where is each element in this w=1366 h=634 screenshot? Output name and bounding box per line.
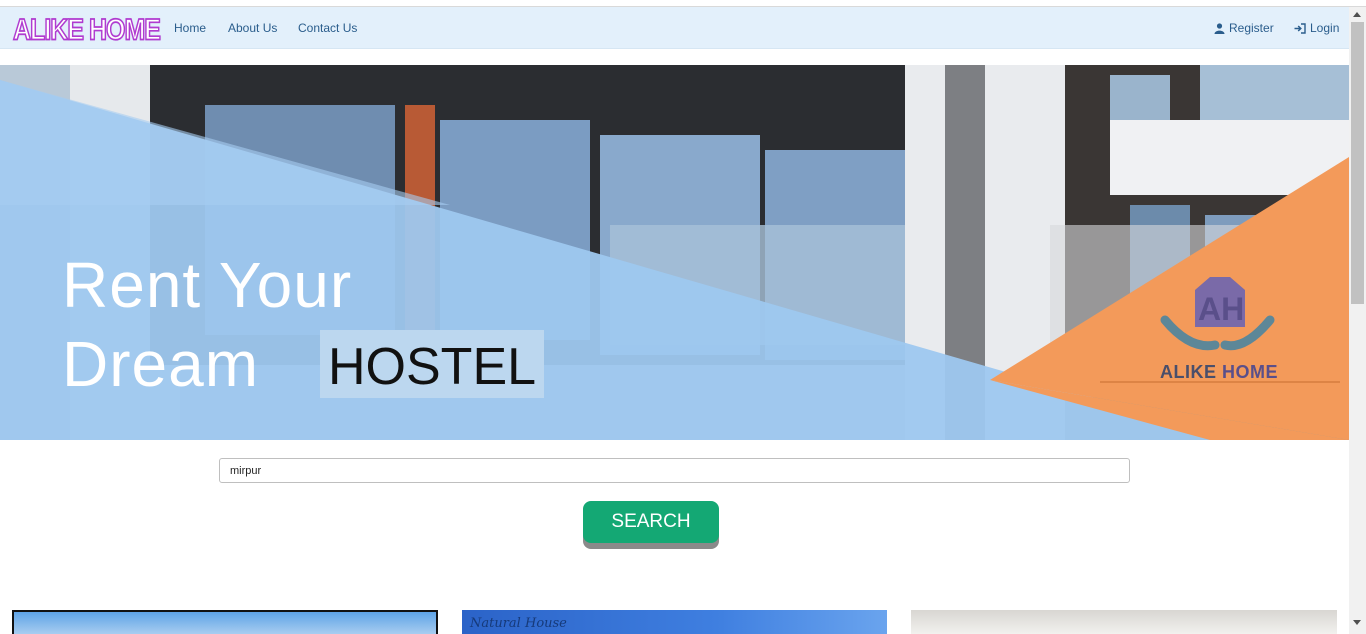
card-caption: Natural House	[470, 616, 567, 631]
svg-text:AH: AH	[1198, 291, 1244, 327]
hero-heading-line1: Rent Your	[62, 249, 353, 321]
scrollbar-thumb[interactable]	[1351, 22, 1364, 304]
navbar: ALIKE HOME Home About Us Contact Us Regi…	[0, 7, 1349, 49]
register-label: Register	[1229, 21, 1274, 35]
hero-logo-text-alike: ALIKE	[1160, 362, 1217, 382]
user-icon	[1214, 22, 1225, 34]
nav-home-link[interactable]: Home	[174, 21, 206, 35]
scroll-down-arrow-icon[interactable]	[1353, 620, 1361, 625]
nav-contact-link[interactable]: Contact Us	[298, 21, 357, 35]
property-card-3-image[interactable]	[911, 610, 1337, 634]
hero-heading-line2: Dream	[62, 328, 260, 400]
property-card-2-image[interactable]: Natural House	[462, 610, 887, 634]
login-icon	[1294, 22, 1306, 34]
hero-logo-text-home: HOME	[1222, 362, 1279, 382]
login-link[interactable]: Login	[1294, 21, 1339, 35]
login-label: Login	[1310, 21, 1340, 35]
window-top-edge	[0, 0, 1366, 7]
register-link[interactable]: Register	[1214, 21, 1274, 35]
brand-logo[interactable]: ALIKE HOME	[12, 12, 161, 48]
property-card-1-image[interactable]	[12, 610, 438, 634]
hero-banner: AH Rent Your Dream HOSTEL ALIKE HOME	[0, 65, 1349, 440]
search-button[interactable]: SEARCH	[583, 501, 719, 543]
hero-logo-text: ALIKE HOME	[1160, 362, 1278, 383]
search-input[interactable]	[219, 458, 1130, 483]
scroll-up-arrow-icon[interactable]	[1353, 12, 1361, 17]
nav-about-link[interactable]: About Us	[228, 21, 277, 35]
hero-highlight-word: HOSTEL	[320, 330, 545, 398]
